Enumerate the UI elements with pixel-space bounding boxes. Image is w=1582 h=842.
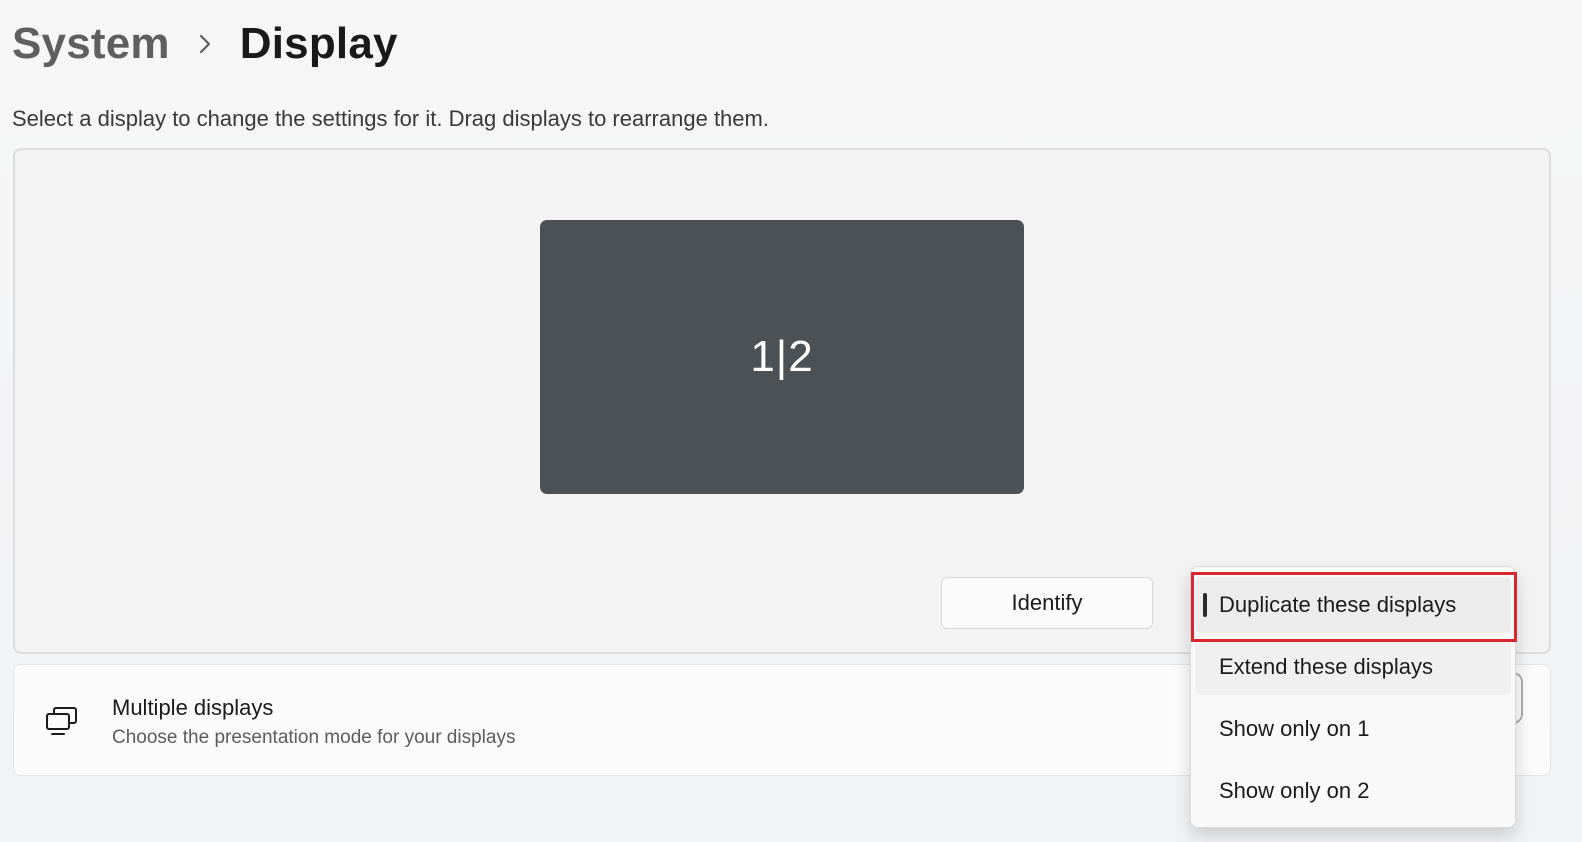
- presentation-mode-dropdown: Duplicate these displays Extend these di…: [1190, 566, 1516, 828]
- multiple-displays-description: Choose the presentation mode for your di…: [112, 727, 516, 748]
- chevron-right-icon: [170, 33, 240, 55]
- option-duplicate-displays[interactable]: Duplicate these displays: [1195, 577, 1511, 633]
- monitor-tile[interactable]: 1|2: [540, 220, 1024, 494]
- option-label: Extend these displays: [1219, 654, 1434, 679]
- breadcrumb: System Display: [12, 14, 398, 74]
- option-label: Show only on 1: [1219, 716, 1370, 741]
- breadcrumb-system[interactable]: System: [12, 19, 170, 69]
- page-title: Display: [239, 19, 398, 68]
- multiple-displays-title: Multiple displays: [112, 695, 274, 720]
- option-extend-displays[interactable]: Extend these displays: [1195, 639, 1511, 695]
- option-show-only-1[interactable]: Show only on 1: [1195, 701, 1511, 757]
- settings-display-page: System Display Select a display to chang…: [0, 0, 1582, 842]
- option-label: Show only on 2: [1219, 778, 1370, 803]
- identify-button[interactable]: Identify: [941, 577, 1153, 629]
- monitor-label: 1|2: [750, 332, 814, 381]
- selected-indicator: [1203, 593, 1207, 617]
- multiple-displays-icon: [44, 705, 80, 737]
- option-show-only-2[interactable]: Show only on 2: [1195, 763, 1511, 819]
- option-label: Duplicate these displays: [1219, 592, 1457, 617]
- arrangement-instruction: Select a display to change the settings …: [12, 106, 769, 131]
